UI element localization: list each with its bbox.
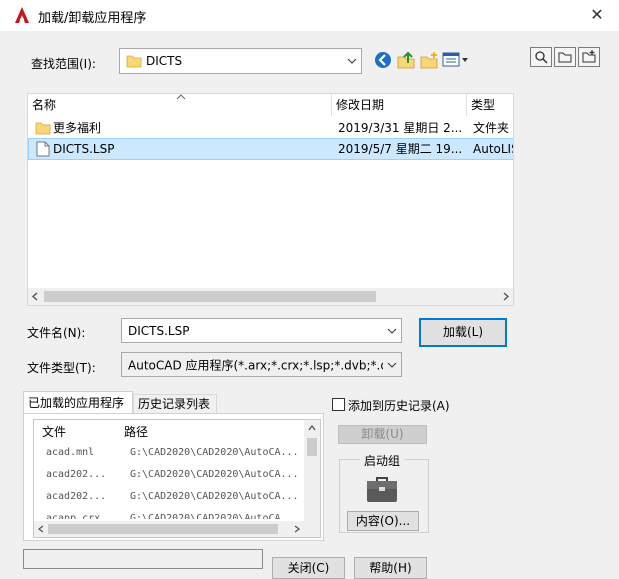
lookin-value: DICTS <box>146 54 183 68</box>
scroll-thumb[interactable] <box>48 524 278 534</box>
lookin-label: 查找范围(I): <box>31 57 96 71</box>
add-favorite-button[interactable] <box>578 47 600 67</box>
app-path: G:\CAD2020\CAD2020\AutoCA... <box>130 447 299 458</box>
locate-button[interactable] <box>554 47 576 67</box>
column-header-date[interactable]: 修改日期 <box>332 94 467 116</box>
file-type: AutoLIS <box>473 142 513 156</box>
tab-label: 历史记录列表 <box>138 397 211 411</box>
filetype-label: 文件类型(T): <box>27 361 96 375</box>
file-date: 2019/3/31 星期日 2... <box>338 121 463 135</box>
app-path: G:\CAD2020\CAD2020\AutoCA... <box>130 513 299 519</box>
filename-value: DICTS.LSP <box>128 323 190 338</box>
startup-contents-button[interactable]: 内容(O)... <box>347 511 419 531</box>
lookin-combobox[interactable]: DICTS <box>119 48 362 74</box>
column-header-path[interactable]: 路径 <box>124 423 148 440</box>
horizontal-scrollbar[interactable] <box>34 521 320 537</box>
filetype-select[interactable]: AutoCAD 应用程序(*.arx;*.crx;*.lsp;*.dvb;*.d… <box>121 352 402 377</box>
search-icon <box>535 51 548 64</box>
loaded-apps-list[interactable]: 文件 路径 acad.mnl G:\CAD2020\CAD2020\AutoCA… <box>33 419 321 538</box>
app-file: acad202... <box>46 469 107 480</box>
up-folder-icon[interactable] <box>396 50 416 70</box>
column-header-file[interactable]: 文件 <box>42 423 66 440</box>
help-button[interactable]: 帮助(H) <box>354 557 427 579</box>
back-icon[interactable] <box>373 50 393 70</box>
scroll-up-icon[interactable] <box>308 425 316 431</box>
unload-button[interactable]: 卸载(U) <box>338 425 427 444</box>
startup-group-label: 启动组 <box>360 452 405 469</box>
loaded-apps-panel: 文件 路径 acad.mnl G:\CAD2020\CAD2020\AutoCA… <box>23 413 324 541</box>
tab-label: 已加载的应用程序 <box>28 396 125 410</box>
add-history-label: 添加到历史记录(A) <box>348 399 450 413</box>
tab-history[interactable]: 历史记录列表 <box>133 394 217 413</box>
tab-loaded-apps[interactable]: 已加载的应用程序 <box>23 391 133 414</box>
column-header-name[interactable]: 名称 <box>28 94 332 116</box>
file-name: 更多福利 <box>53 121 102 135</box>
view-menu-icon[interactable] <box>442 51 470 69</box>
scroll-right-icon[interactable] <box>502 292 510 301</box>
search-web-button[interactable] <box>530 47 552 67</box>
app-file: acad.mnl <box>46 447 95 458</box>
vertical-scrollbar[interactable] <box>304 420 320 521</box>
window-title: 加载/卸载应用程序 <box>38 11 147 26</box>
app-path: G:\CAD2020\CAD2020\AutoCA... <box>130 469 299 480</box>
scroll-thumb[interactable] <box>307 438 317 456</box>
chevron-down-icon <box>387 328 397 334</box>
app-path: G:\CAD2020\CAD2020\AutoCA... <box>130 491 299 502</box>
folder-icon <box>126 55 142 68</box>
chevron-down-icon <box>387 362 397 368</box>
add-folder-icon <box>582 50 596 63</box>
new-folder-icon[interactable] <box>419 50 439 70</box>
load-button[interactable]: 加载(L) <box>419 318 507 347</box>
briefcase-icon <box>367 477 397 502</box>
scroll-left-icon[interactable] <box>38 525 44 533</box>
filename-input[interactable]: DICTS.LSP <box>121 318 402 343</box>
app-file: acapp.crx <box>46 513 101 519</box>
scroll-left-icon[interactable] <box>31 292 39 301</box>
status-box <box>23 549 263 569</box>
file-type: 文件夹 <box>473 121 510 135</box>
autocad-logo-icon <box>15 7 29 23</box>
chevron-down-icon <box>347 58 357 64</box>
file-icon <box>36 141 50 157</box>
column-header-type[interactable]: 类型 <box>467 94 513 116</box>
filetype-value: AutoCAD 应用程序(*.arx;*.crx;*.lsp;*.dvb;*.d… <box>128 358 383 372</box>
file-row[interactable]: 更多福利 2019/3/31 星期日 2... 文件夹 <box>28 117 513 139</box>
folder-outline-icon <box>558 52 572 63</box>
file-date: 2019/5/7 星期二 19... <box>338 142 463 156</box>
file-list[interactable]: 名称 修改日期 类型 更多福利 2019/3/31 星期日 2... 文件夹 D… <box>27 93 514 306</box>
file-row-selected[interactable]: DICTS.LSP 2019/5/7 星期二 19... AutoLIS <box>28 138 513 160</box>
close-button[interactable]: ✕ <box>586 4 608 26</box>
close-dialog-button[interactable]: 关闭(C) <box>272 557 345 579</box>
scroll-thumb[interactable] <box>44 291 376 302</box>
folder-icon <box>35 122 51 135</box>
file-name: DICTS.LSP <box>53 142 115 156</box>
filename-label: 文件名(N): <box>27 326 86 340</box>
horizontal-scrollbar[interactable] <box>28 288 513 305</box>
add-history-checkbox[interactable] <box>332 398 345 411</box>
app-file: acad202... <box>46 491 107 502</box>
scroll-right-icon[interactable] <box>294 525 300 533</box>
